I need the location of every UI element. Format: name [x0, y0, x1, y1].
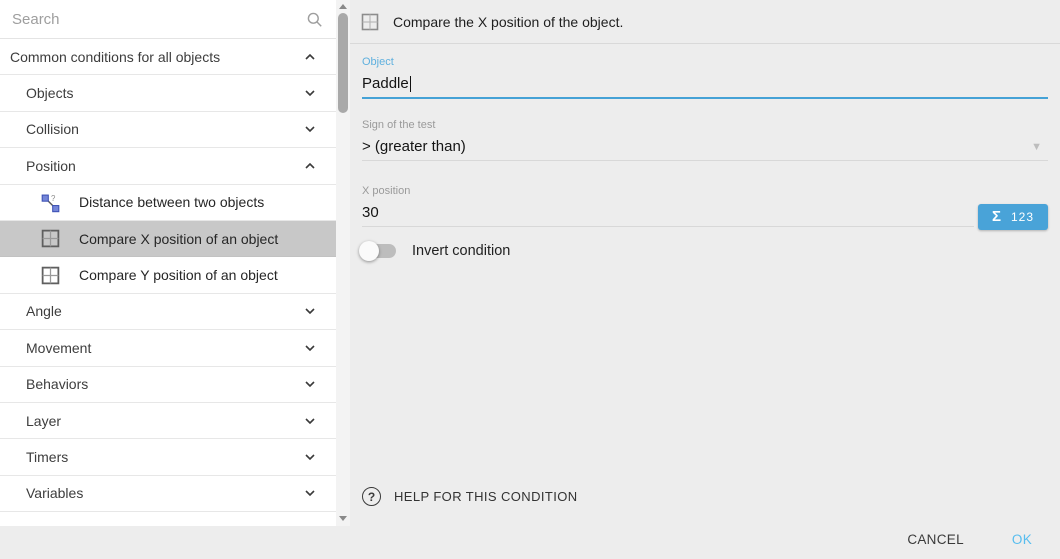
chevron-down-icon [302, 449, 318, 465]
help-link[interactable]: ? HELP FOR THIS CONDITION [350, 487, 1060, 519]
text-cursor [410, 76, 411, 92]
condition-label: Compare Y position of an object [79, 267, 278, 283]
sidebar-category-timers[interactable]: Timers [0, 439, 336, 475]
scrollbar-thumb[interactable] [338, 13, 348, 113]
sidebar-group-common-conditions[interactable]: Common conditions for all objects [0, 39, 336, 75]
search-icon [305, 10, 324, 29]
condition-parameters-panel: Compare the X position of the object. Ob… [350, 0, 1060, 559]
sign-field: Sign of the test > (greater than) ▼ [350, 119, 1060, 161]
dialog-footer: CANCEL OK [350, 519, 1060, 559]
sign-field-label: Sign of the test [362, 119, 1048, 132]
toggle-knob [359, 241, 379, 261]
chevron-down-icon [302, 85, 318, 101]
expression-button-label: 123 [1011, 210, 1034, 224]
x-position-field-label: X position [362, 185, 1048, 198]
distance-between-objects-icon: ? [40, 192, 61, 213]
category-label: Movement [26, 340, 91, 356]
condition-item-compare-x-position[interactable]: Compare X position of an object [0, 221, 336, 257]
cancel-button[interactable]: CANCEL [905, 526, 966, 553]
category-label: Variables [26, 485, 83, 501]
expression-editor-button[interactable]: Σ 123 [978, 204, 1048, 230]
condition-item-compare-y-position[interactable]: Compare Y position of an object [0, 257, 336, 293]
object-field: Object Paddle [350, 56, 1060, 99]
category-label: Layer [26, 413, 61, 429]
sidebar-category-angle[interactable]: Angle [0, 294, 336, 330]
chevron-up-icon [302, 49, 318, 65]
sidebar-category-movement[interactable]: Movement [0, 330, 336, 366]
chevron-up-icon [302, 158, 318, 174]
condition-label: Compare X position of an object [79, 231, 278, 247]
condition-item-distance-between-objects[interactable]: ? Distance between two objects [0, 185, 336, 221]
sidebar-category-variables[interactable]: Variables [0, 476, 336, 512]
scroll-up-arrow[interactable] [336, 0, 350, 12]
compare-position-grid-icon [40, 228, 61, 249]
scroll-down-arrow[interactable] [336, 512, 350, 524]
x-position-value: 30 [362, 204, 379, 221]
conditions-list: Common conditions for all objects Object… [0, 0, 336, 526]
category-label: Behaviors [26, 376, 88, 392]
svg-text:?: ? [51, 194, 56, 203]
sign-select[interactable]: > (greater than) ▼ [362, 132, 1048, 161]
category-label: Position [26, 158, 76, 174]
object-input-value: Paddle [362, 75, 409, 92]
object-input[interactable]: Paddle [362, 69, 1048, 99]
x-position-field: X position 30 Σ 123 [350, 185, 1060, 227]
dropdown-caret-icon: ▼ [1031, 141, 1042, 153]
sidebar-category-position[interactable]: Position [0, 148, 336, 184]
invert-condition-row: Invert condition [350, 243, 1060, 259]
condition-description: Compare the X position of the object. [393, 14, 623, 30]
help-question-icon: ? [362, 487, 381, 506]
invert-condition-toggle[interactable] [362, 244, 396, 258]
chevron-down-icon [302, 485, 318, 501]
conditions-sidebar: Common conditions for all objects Object… [0, 0, 350, 526]
sidebar-category-layer[interactable]: Layer [0, 403, 336, 439]
category-label: Objects [26, 85, 73, 101]
x-position-input[interactable]: 30 [362, 198, 974, 227]
chevron-down-icon [302, 303, 318, 319]
condition-editor-dialog: Common conditions for all objects Object… [0, 0, 1060, 559]
category-label: Angle [26, 303, 62, 319]
sign-select-value: > (greater than) [362, 138, 466, 155]
sidebar-scrollbar[interactable] [336, 0, 350, 526]
compare-position-grid-icon [40, 265, 61, 286]
condition-label: Distance between two objects [79, 194, 264, 210]
chevron-down-icon [302, 413, 318, 429]
ok-button[interactable]: OK [1010, 526, 1034, 553]
sidebar-category-objects[interactable]: Objects [0, 75, 336, 111]
sidebar-category-behaviors[interactable]: Behaviors [0, 367, 336, 403]
search-input[interactable] [12, 11, 305, 28]
category-label: Collision [26, 121, 79, 137]
invert-condition-label: Invert condition [412, 243, 510, 259]
group-label: Common conditions for all objects [10, 49, 220, 65]
sidebar-category-collision[interactable]: Collision [0, 112, 336, 148]
search-row [0, 0, 336, 39]
chevron-down-icon [302, 340, 318, 356]
chevron-down-icon [302, 376, 318, 392]
sigma-icon: Σ [992, 208, 1001, 225]
category-label: Timers [26, 449, 68, 465]
compare-position-grid-icon [360, 12, 380, 32]
object-field-label: Object [362, 56, 1048, 69]
condition-header: Compare the X position of the object. [350, 0, 1060, 44]
chevron-down-icon [302, 121, 318, 137]
help-link-label: HELP FOR THIS CONDITION [394, 489, 578, 504]
